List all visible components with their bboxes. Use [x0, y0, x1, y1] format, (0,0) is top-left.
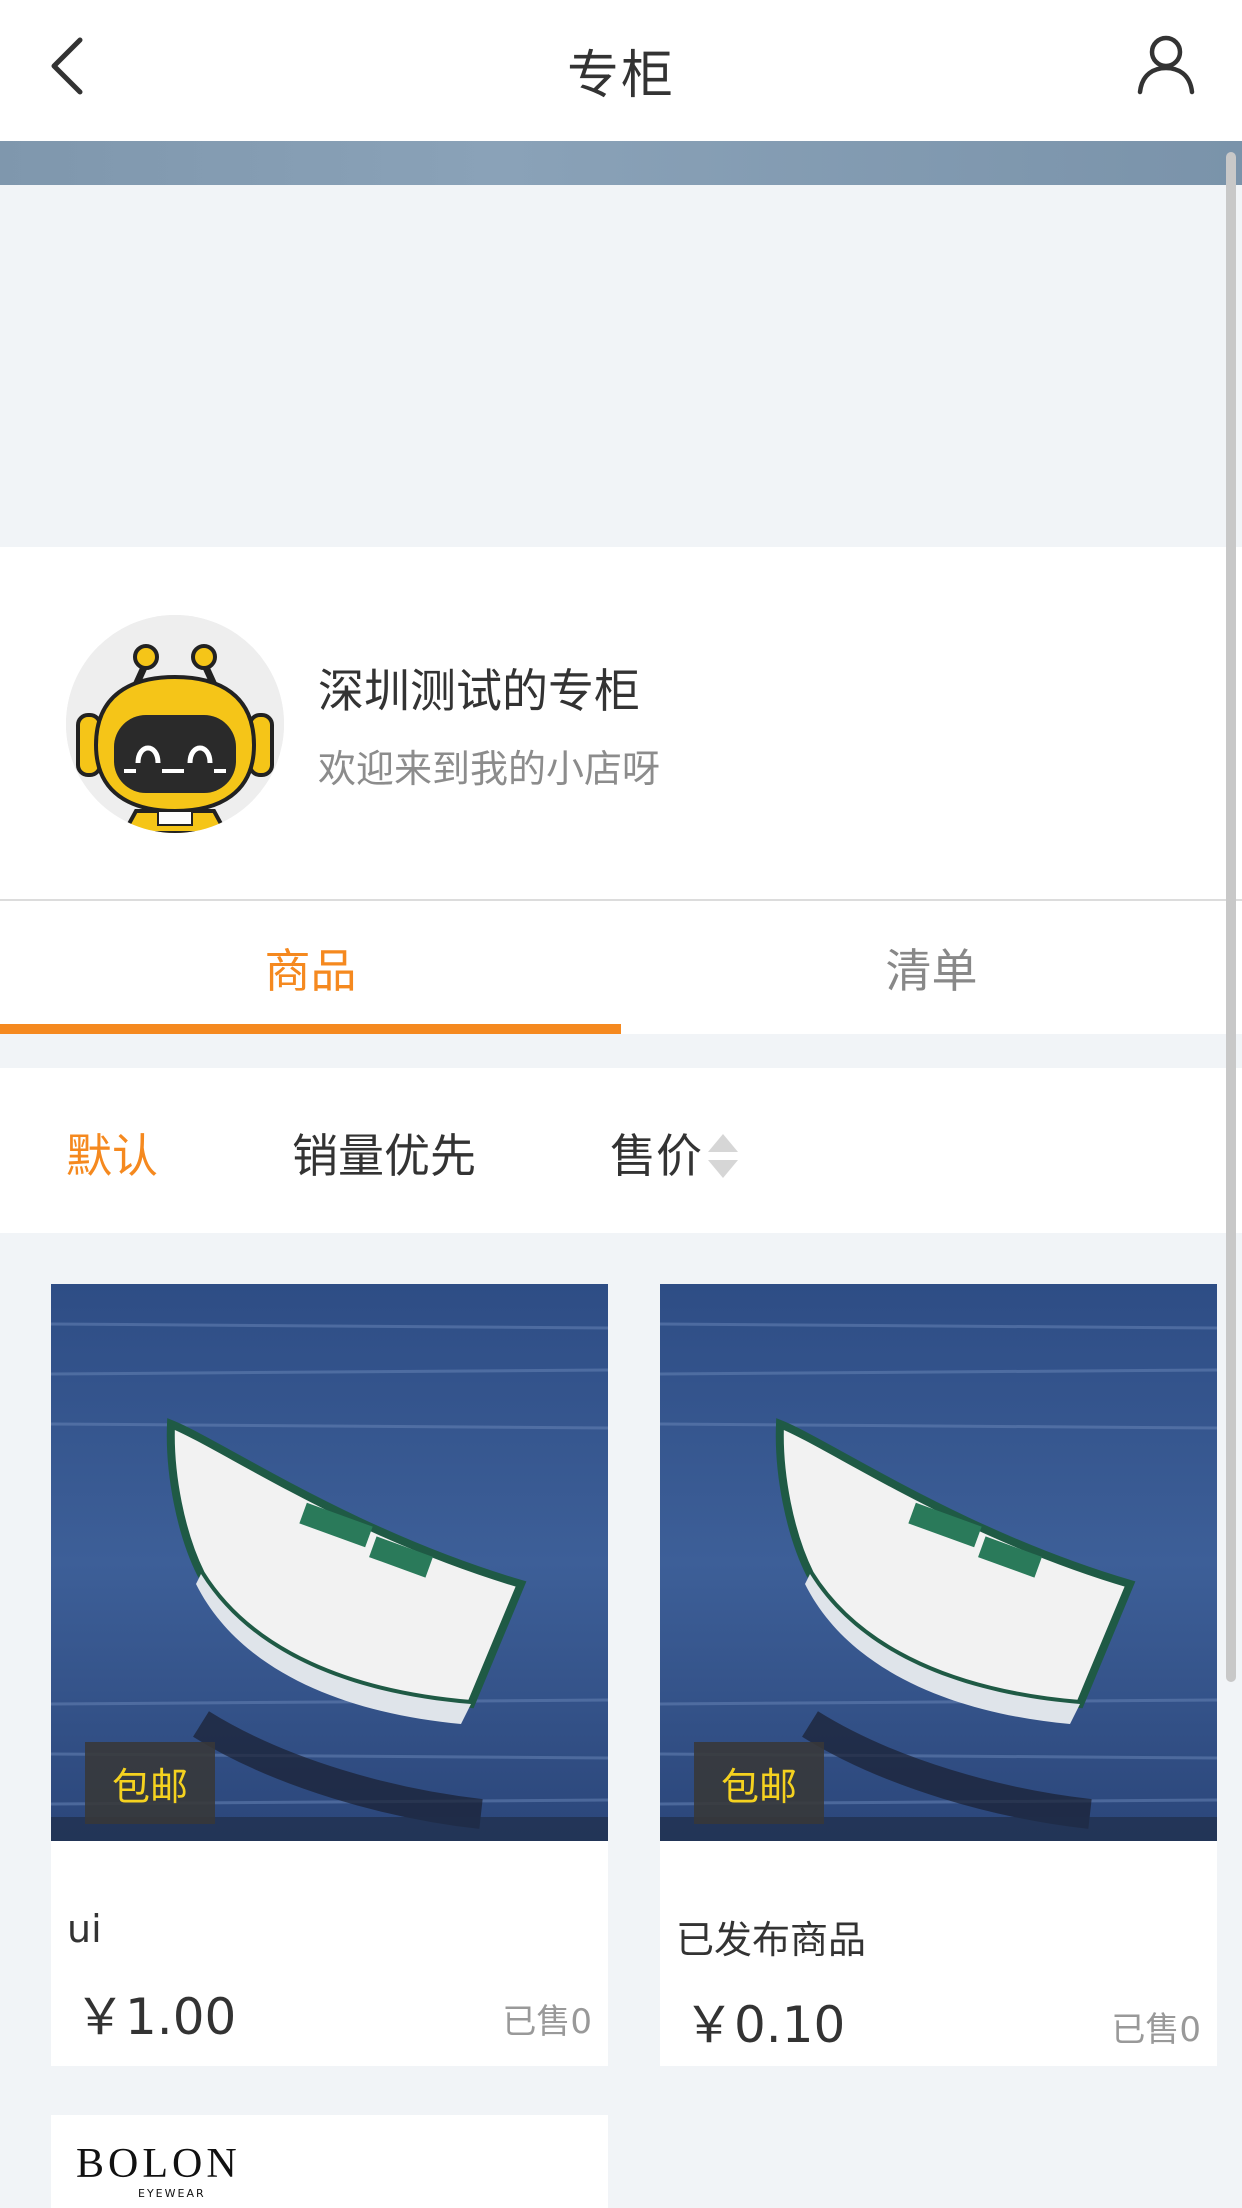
banner-image	[0, 141, 1242, 185]
sort-sales[interactable]: 销量优先	[292, 1120, 476, 1186]
product-card[interactable]: 包邮 已发布商品 ￥0.10 已售0	[660, 1284, 1217, 2066]
brand-logo: BOLON	[76, 2141, 241, 2187]
free-shipping-badge: 包邮	[694, 1742, 824, 1824]
tab-products[interactable]: 商品	[0, 901, 621, 1034]
tab-list-label: 清单	[885, 943, 978, 998]
sort-default[interactable]: 默认	[66, 1120, 158, 1186]
product-name: ui	[67, 1907, 102, 1951]
tab-active-indicator	[0, 1024, 621, 1034]
scrollbar[interactable]	[1226, 152, 1236, 1682]
product-image: 包邮	[51, 1284, 608, 1841]
product-sold-count: 已售0	[1111, 2010, 1201, 2050]
tab-products-label: 商品	[264, 943, 357, 998]
nav-header: 专柜	[0, 0, 1242, 141]
product-price: ￥1.00	[75, 1988, 237, 2046]
user-icon[interactable]	[1134, 32, 1198, 96]
shop-page: 专柜 深圳测试的专柜 欢迎来到我的小店呀 商品 清单 默认 销量优先 售价 包邮…	[0, 0, 1242, 2208]
product-name: 已发布商品	[676, 1918, 867, 1962]
shop-name: 深圳测试的专柜	[318, 664, 640, 718]
product-price: ￥0.10	[684, 1996, 846, 2054]
banner-area	[0, 185, 1242, 547]
page-title: 专柜	[566, 46, 675, 106]
product-card[interactable]: 包邮 ui ￥1.00 已售0	[51, 1284, 608, 2066]
brand-logo-sub: EYEWEAR	[138, 2187, 206, 2200]
shop-avatar[interactable]	[66, 615, 284, 833]
back-arrow-icon[interactable]	[44, 34, 92, 98]
tab-list[interactable]: 清单	[621, 901, 1242, 1034]
free-shipping-badge: 包邮	[85, 1742, 215, 1824]
product-sold-count: 已售0	[502, 2002, 592, 2042]
sort-price[interactable]: 售价	[610, 1120, 702, 1186]
shop-description: 欢迎来到我的小店呀	[318, 747, 661, 791]
tab-bar: 商品 清单	[0, 901, 1242, 1034]
robot-avatar-icon	[66, 615, 284, 833]
sort-arrows-icon[interactable]	[706, 1130, 740, 1182]
product-image: 包邮	[660, 1284, 1217, 1841]
